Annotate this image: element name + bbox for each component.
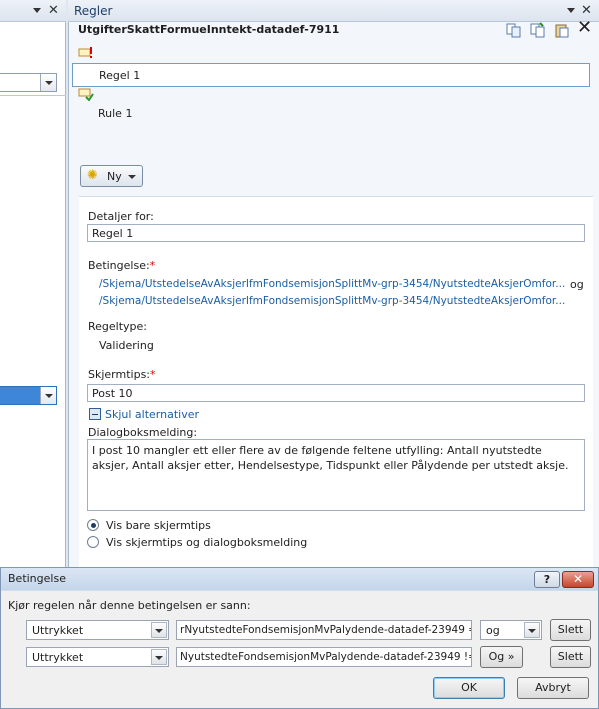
details-for-input[interactable]: Regel 1 bbox=[87, 224, 585, 242]
delete-button-1[interactable]: Slett bbox=[550, 619, 591, 641]
condition-type-select-2[interactable]: Uttrykket bbox=[26, 647, 169, 667]
pane-close-icon[interactable]: ✕ bbox=[48, 3, 59, 18]
chevron-down-icon bbox=[128, 175, 136, 179]
rule-type-label: Regeltype: bbox=[88, 320, 148, 333]
left-pane-header: ✕ bbox=[0, 0, 66, 22]
rules-pane-header: ✕ bbox=[68, 0, 599, 22]
dialog-message-textarea[interactable]: I post 10 mangler ett eller flere av de … bbox=[87, 439, 585, 511]
condition-expression-1[interactable]: rNyutstedteFondsemisjonMvPalydende-datad… bbox=[176, 620, 472, 640]
new-star-icon: ✺ bbox=[87, 168, 98, 183]
rule-label: Regel 1 bbox=[99, 69, 141, 82]
paste-icon[interactable] bbox=[530, 22, 546, 38]
rule-item-regel-1[interactable]: Regel 1 bbox=[72, 63, 590, 87]
condition-expression-2[interactable]: NyutstedteFondsemisjonMvPalydende-datade… bbox=[176, 647, 472, 667]
condition-label: Betingelse:* bbox=[88, 259, 156, 272]
condition-type-select-1[interactable]: Uttrykket bbox=[26, 620, 169, 640]
new-rule-button[interactable]: ✺ Ny bbox=[80, 165, 143, 187]
rule-label: Rule 1 bbox=[98, 107, 133, 120]
and-button[interactable]: Og » bbox=[480, 646, 523, 668]
dialog-message-label: Dialogboksmelding: bbox=[88, 426, 198, 439]
left-divider bbox=[0, 95, 66, 96]
radio-screentip-only[interactable] bbox=[87, 519, 99, 531]
join-select-1[interactable]: og bbox=[480, 620, 542, 640]
copy-icon[interactable] bbox=[506, 22, 522, 38]
collapse-icon[interactable] bbox=[89, 408, 101, 420]
condition-link-1[interactable]: /Skjema/UtstedelseAvAksjerIfmFondsemisjo… bbox=[99, 278, 565, 290]
details-for-label: Detaljer for: bbox=[88, 210, 154, 223]
screentip-label: Skjermtips:* bbox=[88, 368, 156, 381]
cancel-button[interactable]: Avbryt bbox=[517, 677, 589, 699]
chevron-down-icon[interactable] bbox=[151, 649, 167, 665]
dialog-titlebar[interactable] bbox=[1, 568, 598, 590]
condition-link-2[interactable]: /Skjema/UtstedelseAvAksjerIfmFondsemisjo… bbox=[99, 295, 565, 307]
chevron-down-icon[interactable] bbox=[524, 622, 540, 638]
left-selected-dropdown[interactable] bbox=[0, 386, 57, 405]
condition-join-text: og bbox=[570, 278, 584, 291]
rule-type-value: Validering bbox=[99, 339, 154, 352]
pane-menu-arrow-icon[interactable] bbox=[567, 8, 575, 13]
left-dropdown[interactable] bbox=[0, 73, 57, 92]
rules-pane-title: Regler bbox=[74, 4, 113, 18]
hide-options-link[interactable]: Skjul alternativer bbox=[105, 408, 199, 421]
dialog-close-button[interactable]: ✕ bbox=[562, 571, 594, 588]
pane-menu-arrow-icon[interactable] bbox=[33, 8, 41, 13]
screentip-input[interactable]: Post 10 bbox=[87, 384, 585, 402]
datadef-name: UtgifterSkattFormueInntekt-datadef-7911 bbox=[78, 23, 340, 36]
radio-screentip-and-dialog-label: Vis skjermtips og dialogboksmelding bbox=[106, 536, 308, 549]
radio-screentip-only-label: Vis bare skjermtips bbox=[106, 519, 211, 532]
close-icon[interactable]: ✕ bbox=[577, 17, 592, 38]
help-button[interactable]: ? bbox=[534, 571, 560, 588]
chevron-down-icon[interactable] bbox=[151, 622, 167, 638]
chevron-down-icon[interactable] bbox=[40, 387, 56, 404]
rule-error-icon bbox=[78, 47, 92, 58]
clipboard-icon[interactable] bbox=[554, 22, 570, 38]
chevron-down-icon[interactable] bbox=[40, 74, 56, 91]
radio-screentip-and-dialog[interactable] bbox=[87, 536, 99, 548]
dialog-title: Betingelse bbox=[8, 572, 66, 585]
pane-close-icon[interactable]: ✕ bbox=[581, 3, 592, 18]
rule-details-panel bbox=[79, 196, 593, 568]
rule-item-rule-1[interactable]: Rule 1 bbox=[72, 102, 590, 126]
rule-check-icon bbox=[78, 88, 94, 101]
dialog-instruction: Kjør regelen når denne betingelsen er sa… bbox=[8, 599, 251, 612]
ok-button[interactable]: OK bbox=[433, 677, 505, 699]
delete-button-2[interactable]: Slett bbox=[550, 646, 591, 668]
